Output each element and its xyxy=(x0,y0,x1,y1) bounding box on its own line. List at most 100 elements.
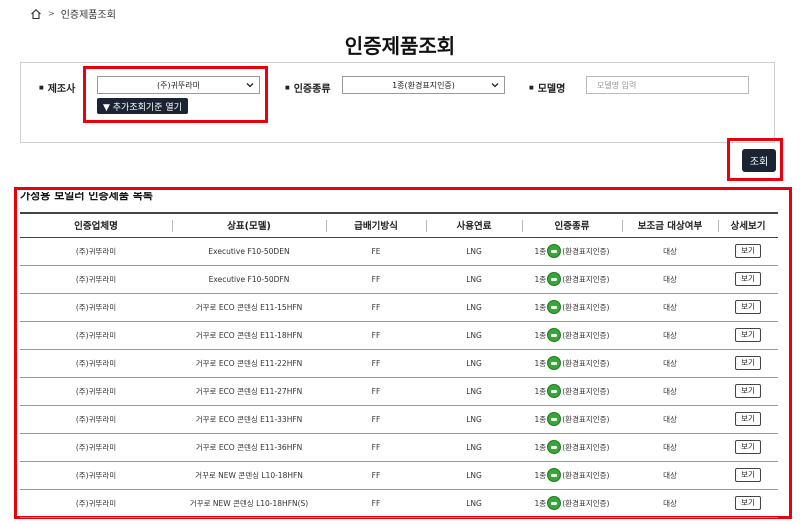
cell-detail: 보기 xyxy=(718,489,778,518)
detail-view-button[interactable]: 보기 xyxy=(735,496,761,510)
header-subsidy: 보조금 대상여부 xyxy=(622,212,718,238)
model-name-input[interactable] xyxy=(586,76,749,94)
cert-type-suffix: (환경표지인증) xyxy=(562,274,610,284)
eco-label-icon xyxy=(547,272,562,286)
search-button[interactable]: 조회 xyxy=(742,149,776,172)
eco-label-icon xyxy=(547,468,562,482)
cell-subsidy: 대상 xyxy=(622,377,718,406)
cert-type-select-value: 1종(환경표지인증) xyxy=(392,80,455,90)
cert-type-prefix: 1종 xyxy=(534,498,547,508)
cell-company: (주)귀뚜라미 xyxy=(20,405,172,434)
header-model: 상표(모델) xyxy=(172,212,326,238)
cell-company: (주)귀뚜라미 xyxy=(20,293,172,322)
breadcrumb-current: 인증제품조회 xyxy=(60,10,116,21)
cell-company: (주)귀뚜라미 xyxy=(20,237,172,266)
table-row: (주)귀뚜라미 거꾸로 ECO 콘덴싱 E11-33HFN FF LNG 1종 (환경표지… xyxy=(20,405,778,434)
cell-company: (주)귀뚜라미 xyxy=(20,321,172,350)
cell-fuel: LNG xyxy=(426,237,522,266)
cert-type-suffix: (환경표지인증) xyxy=(562,442,610,452)
home-icon[interactable] xyxy=(30,8,42,20)
results-table: 인증업체명 상표(모델) 급배기방식 사용연료 인증종류 보조금 대상여부 상세… xyxy=(20,212,778,518)
cert-type-suffix: (환경표지인증) xyxy=(562,498,610,508)
cell-cert-type: 1종 (환경표지인증) xyxy=(522,433,622,462)
cell-cert-type: 1종 (환경표지인증) xyxy=(522,293,622,322)
detail-view-button[interactable]: 보기 xyxy=(735,356,761,370)
cell-model: 거꾸로 ECO 콘덴싱 E11-15HFN xyxy=(172,293,326,322)
cell-subsidy: 대상 xyxy=(622,349,718,378)
table-row: (주)귀뚜라미 거꾸로 NEW 콘덴싱 L10-18HFN(S) FF LNG 1종 (환… xyxy=(20,489,778,518)
cell-model: Executive F10-50DEN xyxy=(172,237,326,266)
detail-view-button[interactable]: 보기 xyxy=(735,440,761,454)
cert-type-prefix: 1종 xyxy=(534,302,547,312)
cell-model: 거꾸로 ECO 콘덴싱 E11-27HFN xyxy=(172,377,326,406)
header-cert-type: 인증종류 xyxy=(522,212,622,238)
cert-type-prefix: 1종 xyxy=(534,358,547,368)
table-row: (주)귀뚜라미 거꾸로 ECO 콘덴싱 E11-15HFN FF LNG 1종 (환경표지… xyxy=(20,293,778,322)
cell-fuel: LNG xyxy=(426,405,522,434)
cell-company: (주)귀뚜라미 xyxy=(20,489,172,518)
eco-label-icon xyxy=(547,356,562,370)
cell-exhaust: FF xyxy=(326,489,426,518)
cell-exhaust: FF xyxy=(326,405,426,434)
eco-label-icon xyxy=(547,496,562,510)
cell-cert-type: 1종 (환경표지인증) xyxy=(522,461,622,490)
cell-cert-type: 1종 (환경표지인증) xyxy=(522,405,622,434)
cell-subsidy: 대상 xyxy=(622,489,718,518)
cell-company: (주)귀뚜라미 xyxy=(20,265,172,294)
cert-type-prefix: 1종 xyxy=(534,274,547,284)
eco-label-icon xyxy=(547,244,562,258)
cell-fuel: LNG xyxy=(426,265,522,294)
cell-detail: 보기 xyxy=(718,461,778,490)
detail-view-button[interactable]: 보기 xyxy=(735,272,761,286)
cell-exhaust: FF xyxy=(326,377,426,406)
detail-view-button[interactable]: 보기 xyxy=(735,412,761,426)
cell-model: 거꾸로 NEW 콘덴싱 L10-18HFN(S) xyxy=(172,489,326,518)
detail-view-button[interactable]: 보기 xyxy=(735,300,761,314)
cell-detail: 보기 xyxy=(718,293,778,322)
eco-label-icon xyxy=(547,440,562,454)
detail-view-button[interactable]: 보기 xyxy=(735,384,761,398)
table-row: (주)귀뚜라미 거꾸로 ECO 콘덴싱 E11-36HFN FF LNG 1종 (환경표지… xyxy=(20,433,778,462)
cell-detail: 보기 xyxy=(718,405,778,434)
cell-exhaust: FF xyxy=(326,293,426,322)
cell-detail: 보기 xyxy=(718,377,778,406)
cert-type-suffix: (환경표지인증) xyxy=(562,386,610,396)
cert-type-suffix: (환경표지인증) xyxy=(562,358,610,368)
cell-subsidy: 대상 xyxy=(622,461,718,490)
cell-cert-type: 1종 (환경표지인증) xyxy=(522,349,622,378)
cell-detail: 보기 xyxy=(718,321,778,350)
cell-detail: 보기 xyxy=(718,265,778,294)
cell-subsidy: 대상 xyxy=(622,293,718,322)
cell-fuel: LNG xyxy=(426,377,522,406)
header-fuel: 사용연료 xyxy=(426,212,522,238)
cert-type-label: 인증종류 xyxy=(285,80,331,95)
cell-cert-type: 1종 (환경표지인증) xyxy=(522,237,622,266)
cell-exhaust: FF xyxy=(326,265,426,294)
cell-detail: 보기 xyxy=(718,433,778,462)
highlight-frame-filters xyxy=(83,66,268,123)
breadcrumb: > 인증제품조회 xyxy=(30,6,116,21)
table-row: (주)귀뚜라미 거꾸로 ECO 콘덴싱 E11-22HFN FF LNG 1종 (환경표지… xyxy=(20,349,778,378)
model-label: 모델명 xyxy=(529,80,566,95)
cell-exhaust: FF xyxy=(326,461,426,490)
detail-view-button[interactable]: 보기 xyxy=(735,328,761,342)
cert-type-suffix: (환경표지인증) xyxy=(562,470,610,480)
manufacturer-label: 제조사 xyxy=(39,80,76,95)
cell-exhaust: FE xyxy=(326,237,426,266)
cell-fuel: LNG xyxy=(426,489,522,518)
table-row: (주)귀뚜라미 Executive F10-50DEN FE LNG 1종 (환경표지인증… xyxy=(20,237,778,266)
cell-fuel: LNG xyxy=(426,461,522,490)
detail-view-button[interactable]: 보기 xyxy=(735,468,761,482)
cell-cert-type: 1종 (환경표지인증) xyxy=(522,377,622,406)
cert-type-select[interactable]: 1종(환경표지인증) xyxy=(342,76,505,94)
cell-model: Executive F10-50DFN xyxy=(172,265,326,294)
cell-cert-type: 1종 (환경표지인증) xyxy=(522,489,622,518)
header-detail: 상세보기 xyxy=(718,212,778,238)
eco-label-icon xyxy=(547,384,562,398)
cert-type-prefix: 1종 xyxy=(534,414,547,424)
table-row: (주)귀뚜라미 거꾸로 ECO 콘덴싱 E11-27HFN FF LNG 1종 (환경표지… xyxy=(20,377,778,406)
cell-subsidy: 대상 xyxy=(622,265,718,294)
cell-fuel: LNG xyxy=(426,293,522,322)
detail-view-button[interactable]: 보기 xyxy=(735,244,761,258)
cell-company: (주)귀뚜라미 xyxy=(20,377,172,406)
